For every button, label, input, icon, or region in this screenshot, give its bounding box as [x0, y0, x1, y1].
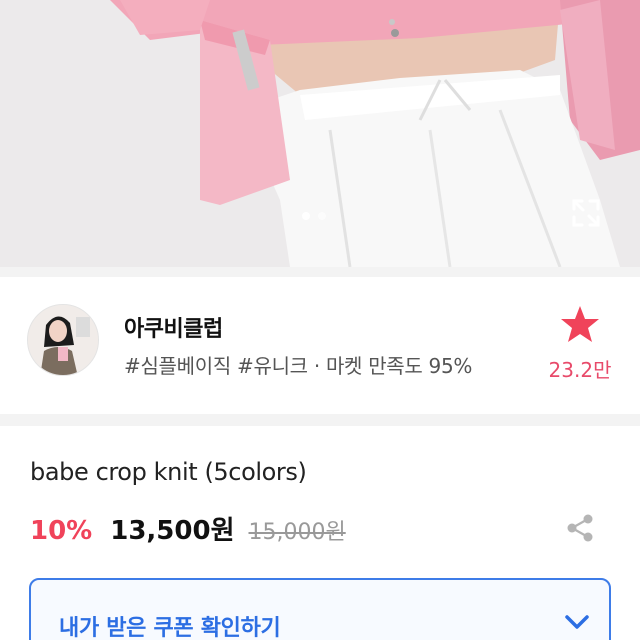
shop-name[interactable]: 아쿠비클럽: [124, 311, 223, 343]
original-price: 15,000원: [248, 520, 346, 545]
star-icon: [561, 306, 599, 342]
discount-rate: 10%: [30, 516, 93, 546]
sale-price: 13,500원: [110, 516, 235, 546]
section-divider: [0, 267, 640, 277]
shop-avatar[interactable]: [27, 304, 99, 376]
carousel-dot-active[interactable]: [302, 212, 310, 220]
share-icon: [567, 514, 593, 542]
carousel-indicator: [302, 212, 326, 220]
expand-button[interactable]: [566, 193, 606, 233]
favorite-count: 23.2만: [548, 358, 612, 382]
product-name: babe crop knit (5colors): [30, 458, 307, 486]
expand-icon: [572, 199, 600, 227]
shop-tags: #심플베이직 #유니크 · 마켓 만족도 95%: [124, 354, 473, 378]
coupon-label: 내가 받은 쿠폰 확인하기: [59, 616, 281, 640]
coupon-check-button[interactable]: 내가 받은 쿠폰 확인하기: [29, 578, 611, 640]
favorite-button[interactable]: 23.2만: [540, 304, 620, 384]
product-image-carousel[interactable]: [0, 0, 640, 267]
price-row: 10% 13,500원 15,000원: [30, 510, 346, 547]
share-button[interactable]: [564, 512, 596, 544]
carousel-dot[interactable]: [318, 212, 326, 220]
section-divider: [0, 414, 640, 426]
chevron-down-icon: [565, 615, 589, 629]
product-photo: [0, 0, 640, 267]
